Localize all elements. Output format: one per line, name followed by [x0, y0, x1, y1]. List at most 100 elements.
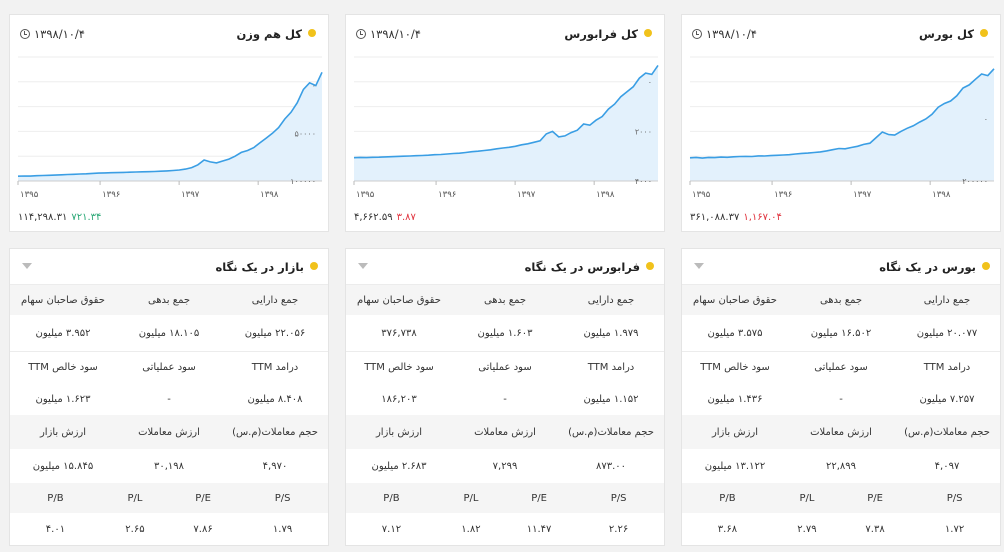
clock-icon	[692, 29, 702, 39]
index-chart[interactable]: ۲۰۰۰۰۰ ۰ ۱۳۹۵ ۱۳۹۶ ۱۳۹۷ ۱۳۹۸	[682, 51, 1002, 211]
table-row: ۲.۲۶ ۱۱.۴۷ ۱.۸۲ ۷.۱۲	[346, 513, 664, 545]
chart-header: کل هم وزن ۱۳۹۸/۱۰/۴	[20, 27, 316, 43]
caret-down-icon[interactable]	[694, 263, 704, 269]
column-header: حجم معاملات(م.س)	[568, 426, 654, 438]
table-header: بازار در یک نگاه	[10, 249, 328, 285]
x-tick-label: ۱۳۹۸	[260, 190, 279, 200]
caret-down-icon[interactable]	[22, 263, 32, 269]
table-cell: ۱۸.۱۰۵ میلیون	[138, 327, 200, 339]
column-header: P/B	[719, 492, 736, 504]
table-header-row: P/S P/E P/L P/B	[10, 483, 328, 513]
bullet-dot-icon	[308, 29, 316, 37]
column-header: P/E	[531, 492, 547, 504]
table-cell: ۴,۹۷۰	[262, 460, 288, 472]
column-header: حجم معاملات(م.س)	[232, 426, 318, 438]
column-header: حقوق صاحبان سهام	[693, 294, 777, 306]
table-cell: ۲.۶۸۳ میلیون	[371, 460, 427, 472]
table-cell: ۳.۵۷۵ میلیون	[707, 327, 763, 339]
chart-date: ۱۳۹۸/۱۰/۴	[356, 27, 421, 41]
chart-date-text: ۱۳۹۸/۱۰/۴	[706, 27, 757, 41]
column-header: سود خالص TTM	[700, 362, 770, 373]
x-tick-label: ۱۳۹۷	[517, 190, 536, 200]
caret-down-icon[interactable]	[358, 263, 368, 269]
chart-title[interactable]: کل هم وزن	[236, 27, 316, 41]
chart-footer: ۱۱۴,۲۹۸.۳۱ ۷۲۱.۳۴	[18, 212, 101, 223]
chart-footer: ۳۶۱,۰۸۸.۳۷ ۱,۱۶۷.۰۴	[690, 212, 782, 223]
chart-card-bourse: کل بورس ۱۳۹۸/۱۰/۴ ۲۰۰۰۰۰ ۰ ۱۳۹۵ ۱۳۹۶ ۱۳۹۷ ۱۳۹…	[681, 14, 1001, 232]
chart-title[interactable]: کل فرابورس	[564, 27, 652, 41]
table-cell: ۲۲,۸۹۹	[825, 460, 857, 472]
bullet-dot-icon	[980, 29, 988, 37]
x-tick-label: ۱۳۹۵	[356, 190, 375, 200]
table-header: بورس در یک نگاه	[682, 249, 1000, 285]
table-cell: ۱۸۶,۲۰۳	[381, 393, 417, 405]
table-title: فرابورس در یک نگاه	[525, 260, 654, 274]
column-header: حقوق صاحبان سهام	[357, 294, 441, 306]
index-value: ۳۶۱,۰۸۸.۳۷	[690, 212, 740, 223]
table-title: بازار در یک نگاه	[215, 260, 318, 274]
table-row: ۴,۹۷۰ ۳۰,۱۹۸ ۱۵.۸۴۵ میلیون	[10, 449, 328, 483]
table-header: فرابورس در یک نگاه	[346, 249, 664, 285]
table-cell: ۴,۰۹۷	[934, 460, 960, 472]
table-header-row: P/S P/E P/L P/B	[682, 483, 1000, 513]
table-cell: ۱۱.۴۷	[526, 523, 552, 535]
table-card-market: بازار در یک نگاه جمع دارایی جمع بدهی حقو…	[9, 248, 329, 546]
table-cell: ۳.۶۸	[717, 523, 738, 535]
table-title-text: فرابورس در یک نگاه	[524, 260, 640, 274]
column-header: سود عملیاتی	[142, 362, 196, 373]
column-header: جمع دارایی	[251, 294, 299, 306]
index-value: ۱۱۴,۲۹۸.۳۱	[18, 212, 68, 223]
table-row: ۱.۷۲ ۷.۳۸ ۲.۷۹ ۳.۶۸	[682, 513, 1000, 545]
column-header: P/L	[463, 492, 479, 504]
table-cell: ۸.۴۰۸ میلیون	[247, 393, 303, 405]
table-cell: -	[167, 393, 171, 405]
index-change: ۷۲۱.۳۴	[71, 212, 102, 223]
chart-title[interactable]: کل بورس	[919, 27, 988, 41]
table-cell: ۲.۶۵	[125, 523, 145, 535]
table-header-row: حجم معاملات(م.س) ارزش معاملات ارزش بازار	[10, 415, 328, 449]
index-change: ۱,۱۶۷.۰۴	[743, 212, 782, 223]
index-chart[interactable]: ۱۰۰۰۰۰ ۵۰۰۰۰ ۰ ۱۳۹۵ ۱۳۹۶ ۱۳۹۷ ۱۳۹۸	[10, 51, 330, 211]
column-header: P/B	[383, 492, 400, 504]
y-tick-label: ۲۰۰۰	[635, 127, 652, 136]
table-row: ۸.۴۰۸ میلیون - ۱.۶۲۳ میلیون	[10, 383, 328, 415]
table-row: ۸۷۳.۰۰ ۷,۲۹۹ ۲.۶۸۳ میلیون	[346, 449, 664, 483]
table-header-row: جمع دارایی جمع بدهی حقوق صاحبان سهام	[10, 285, 328, 315]
column-header: جمع بدهی	[483, 294, 527, 306]
column-header: ارزش معاملات	[474, 426, 536, 438]
column-header: سود عملیاتی	[814, 362, 868, 373]
y-tick-label: ۲۰۰۰۰۰	[962, 177, 988, 186]
table-row: ۱.۷۹ ۷.۸۶ ۲.۶۵ ۴.۰۱	[10, 513, 328, 545]
y-tick-label: ۰	[312, 82, 316, 91]
x-tick-label: ۱۳۹۶	[102, 190, 120, 200]
bullet-dot-icon	[644, 29, 652, 37]
column-header: P/E	[867, 492, 883, 504]
column-header: جمع بدهی	[819, 294, 863, 306]
x-tick-label: ۱۳۹۵	[692, 190, 711, 200]
table-header-row: جمع دارایی جمع بدهی حقوق صاحبان سهام	[346, 285, 664, 315]
table-header-row: حجم معاملات(م.س) ارزش معاملات ارزش بازار	[682, 415, 1000, 449]
x-tick-label: ۱۳۹۷	[181, 190, 200, 200]
column-header: P/S	[610, 492, 627, 504]
table-title: بورس در یک نگاه	[879, 260, 990, 274]
x-tick-label: ۱۳۹۸	[596, 190, 615, 200]
column-header: درآمد TTM	[587, 362, 635, 373]
area-fill	[690, 68, 994, 181]
table-cell: ۱۵.۸۴۵ میلیون	[32, 460, 94, 472]
table-cell: ۷.۱۲	[381, 523, 402, 535]
chart-date-text: ۱۳۹۸/۱۰/۴	[34, 27, 85, 41]
chart-title-text: کل بورس	[919, 27, 974, 41]
table-cell: ۱.۹۷۹ میلیون	[583, 327, 639, 339]
table-cell: -	[839, 393, 843, 405]
y-tick-label: ۵۰۰۰۰	[295, 129, 316, 138]
x-tick-label: ۱۳۹۶	[774, 190, 792, 200]
table-card-bourse: بورس در یک نگاه جمع دارایی جمع بدهی حقوق…	[681, 248, 1001, 546]
table-cell: ۱.۷۹	[272, 523, 293, 535]
bullet-dot-icon	[982, 262, 990, 270]
table-card-farabourse: فرابورس در یک نگاه جمع دارایی جمع بدهی ح…	[345, 248, 665, 546]
chart-card-farabourse: کل فرابورس ۱۳۹۸/۱۰/۴ ۴۰۰۰ ۲۰۰۰ ۰ ۱۳۹۵ ۱۳۹۶ ۱۳…	[345, 14, 665, 232]
table-cell: ۷.۲۵۷ میلیون	[919, 393, 975, 405]
clock-icon	[356, 29, 366, 39]
table-cell: ۴.۰۱	[45, 523, 66, 535]
index-chart[interactable]: ۴۰۰۰ ۲۰۰۰ ۰ ۱۳۹۵ ۱۳۹۶ ۱۳۹۷ ۱۳۹۸	[346, 51, 666, 211]
